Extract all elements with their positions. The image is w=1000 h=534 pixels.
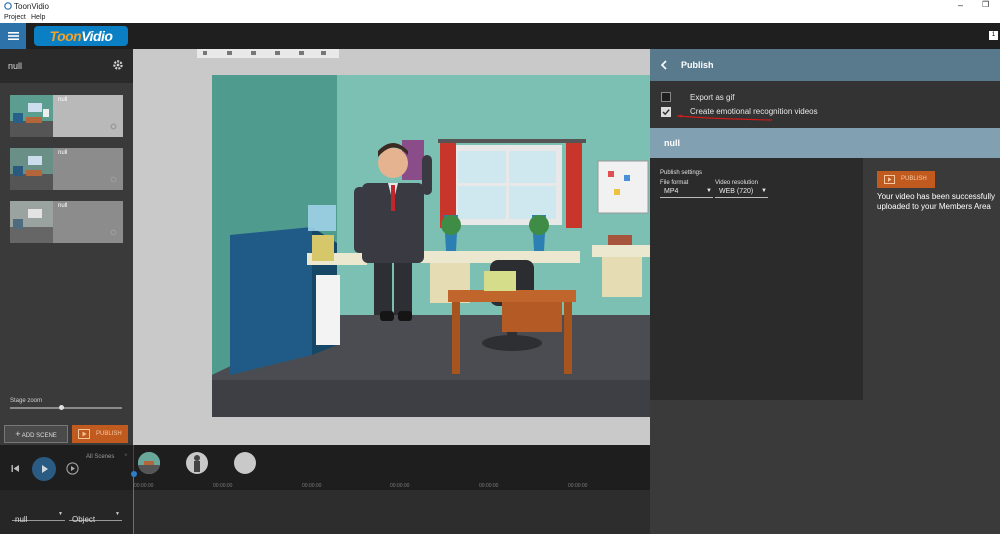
publish-button-label: PUBLISH: [901, 176, 927, 182]
publish-panel-header: Publish: [650, 49, 1000, 81]
chevron-down-icon: ▼: [761, 188, 767, 194]
checkmark-icon: [662, 109, 670, 116]
file-format-label: File format: [660, 180, 689, 186]
scene-thumbnail: [10, 148, 53, 190]
object-select[interactable]: Object ▼: [69, 509, 122, 524]
video-resolution-value: WEB (720): [719, 188, 754, 195]
scene-settings-icon[interactable]: [110, 176, 117, 183]
scene-settings-icon[interactable]: [110, 123, 117, 130]
scene-card[interactable]: null: [10, 95, 123, 137]
project-name: null: [8, 61, 23, 71]
menu-item-help[interactable]: Help: [31, 14, 45, 21]
export-gif-label: Export as gif: [690, 93, 735, 102]
background-layer-thumbnail[interactable]: [138, 452, 160, 474]
publish-sidebar-label: PUBLISH: [96, 431, 122, 437]
play-button[interactable]: [32, 457, 56, 481]
stage-zoom-handle[interactable]: [59, 405, 65, 410]
publish-settings-label: Publish settings: [660, 170, 703, 176]
play-scene-icon[interactable]: [66, 462, 79, 475]
chevron-down-icon: ▼: [706, 188, 712, 194]
all-scenes-label: All Scenes: [86, 454, 115, 460]
app-icon: [4, 2, 12, 10]
scene-thumbnail: [10, 201, 53, 243]
chevron-down-icon: ▼: [115, 511, 120, 517]
scene-name: null: [58, 203, 68, 209]
stage-toolbar: [197, 49, 339, 58]
notification-badge[interactable]: 1: [989, 31, 998, 40]
playhead-marker[interactable]: [131, 471, 137, 477]
add-scene-label: ADD SCENE: [21, 433, 57, 439]
project-header: null: [0, 49, 133, 83]
add-scene-button[interactable]: + ADD SCENE: [4, 425, 68, 443]
emotion-recognition-checkbox[interactable]: [661, 107, 671, 117]
minimize-button[interactable]: –: [958, 0, 963, 10]
object-layer-thumbnail[interactable]: [234, 452, 256, 474]
time-mark: 00:00:00: [479, 483, 499, 489]
video-resolution-select[interactable]: WEB (720) ▼: [715, 188, 768, 198]
time-mark: 00:00:00: [213, 483, 233, 489]
export-gif-checkbox[interactable]: [661, 92, 671, 102]
red-annotation-arrow: [676, 114, 776, 122]
publish-section-header: null: [650, 128, 1000, 158]
publish-panel-title: Publish: [681, 60, 714, 70]
office-scene-illustration: [212, 75, 650, 417]
window-title-bar: ToonVidio – ❐: [0, 0, 1000, 13]
plus-icon: +: [15, 429, 21, 439]
scene-stage-canvas[interactable]: [212, 75, 650, 417]
scene-info: null: [53, 95, 123, 137]
scene-card[interactable]: null: [10, 148, 123, 190]
scene-settings-icon[interactable]: [110, 229, 117, 236]
time-mark: 00:00:00: [302, 483, 322, 489]
scene-info: null: [53, 148, 123, 190]
scene-select[interactable]: null ▼: [12, 509, 65, 524]
app-header: [0, 23, 1000, 49]
scene-select-value: null: [15, 515, 28, 524]
video-resolution-label: Video resolution: [715, 180, 758, 186]
character-layer-thumbnail[interactable]: [186, 452, 208, 474]
toonvidio-logo: ToonVidio: [34, 26, 128, 46]
stage-zoom-slider[interactable]: [10, 407, 122, 409]
stage-zoom-label: Stage zoom: [10, 398, 43, 404]
publish-sidebar-button[interactable]: PUBLISH: [72, 425, 128, 443]
time-mark: 00:00:00: [390, 483, 410, 489]
chevron-down-icon: ▼: [58, 511, 63, 517]
scene-name: null: [58, 97, 68, 103]
publish-button[interactable]: PUBLISH: [877, 171, 935, 188]
scene-card[interactable]: null: [10, 201, 123, 243]
file-format-select[interactable]: MP4 ▼: [660, 188, 713, 198]
scene-name: null: [58, 150, 68, 156]
gear-icon[interactable]: [112, 59, 124, 71]
play-icon: [42, 465, 48, 473]
publish-settings-box: Publish settings File format MP4 ▼ Video…: [650, 158, 863, 400]
publish-section-name: null: [664, 138, 680, 148]
scene-info: null: [53, 201, 123, 243]
menu-item-project[interactable]: Project: [4, 14, 26, 21]
object-select-value: Object: [72, 515, 96, 524]
window-title: ToonVidio: [14, 2, 49, 11]
close-icon[interactable]: ×: [124, 453, 128, 459]
hamburger-icon: [8, 31, 19, 41]
publish-icon: [884, 175, 895, 184]
hamburger-menu-button[interactable]: [0, 23, 26, 49]
publish-icon: [78, 429, 90, 439]
time-mark: 00:00:00: [134, 483, 154, 489]
time-mark: 00:00:00: [568, 483, 588, 489]
restore-button[interactable]: ❐: [982, 0, 989, 9]
scene-thumbnail: [10, 95, 53, 137]
menu-bar: Project Help: [0, 13, 1000, 23]
file-format-value: MP4: [664, 188, 679, 195]
back-arrow-icon[interactable]: [660, 60, 667, 70]
upload-success-message: Your video has been successfully uploade…: [877, 192, 995, 211]
skip-back-icon[interactable]: [11, 464, 20, 473]
